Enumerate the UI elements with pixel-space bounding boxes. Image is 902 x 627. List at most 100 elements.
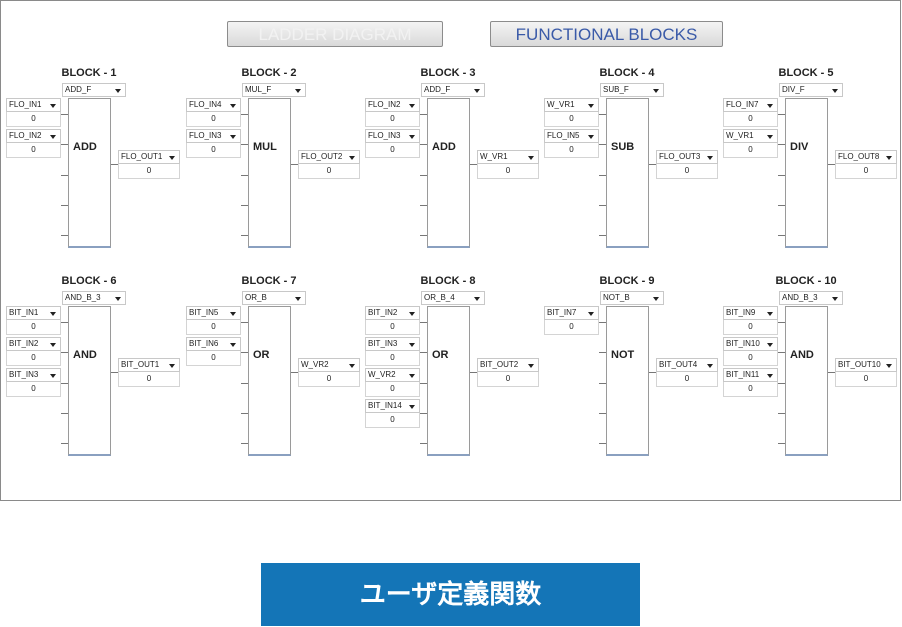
input-value-field[interactable]: 0 <box>6 320 61 335</box>
dropdown-arrow-icon[interactable] <box>707 364 713 368</box>
output-variable-select[interactable]: FLO_OUT1 <box>118 150 180 164</box>
dropdown-arrow-icon[interactable] <box>115 297 121 301</box>
dropdown-arrow-icon[interactable] <box>230 312 236 316</box>
dropdown-arrow-icon[interactable] <box>50 374 56 378</box>
input-value-field[interactable]: 0 <box>186 143 241 158</box>
input-variable-select[interactable]: BIT_IN11 <box>723 368 778 382</box>
output-value-field[interactable]: 0 <box>477 164 539 179</box>
dropdown-arrow-icon[interactable] <box>409 104 415 108</box>
dropdown-arrow-icon[interactable] <box>588 104 594 108</box>
output-variable-select[interactable]: BIT_OUT1 <box>118 358 180 372</box>
dropdown-arrow-icon[interactable] <box>50 312 56 316</box>
function-select[interactable]: MUL_F <box>242 83 306 97</box>
dropdown-arrow-icon[interactable] <box>707 156 713 160</box>
dropdown-arrow-icon[interactable] <box>169 364 175 368</box>
function-select[interactable]: AND_B_3 <box>779 291 843 305</box>
input-value-field[interactable]: 0 <box>186 351 241 366</box>
dropdown-arrow-icon[interactable] <box>409 135 415 139</box>
dropdown-arrow-icon[interactable] <box>588 135 594 139</box>
output-variable-select[interactable]: FLO_OUT2 <box>298 150 360 164</box>
dropdown-arrow-icon[interactable] <box>588 312 594 316</box>
input-value-field[interactable]: 0 <box>6 112 61 127</box>
dropdown-arrow-icon[interactable] <box>409 405 415 409</box>
input-variable-select[interactable]: W_VR1 <box>723 129 778 143</box>
output-value-field[interactable]: 0 <box>118 372 180 387</box>
input-value-field[interactable]: 0 <box>544 320 599 335</box>
dropdown-arrow-icon[interactable] <box>409 374 415 378</box>
input-value-field[interactable]: 0 <box>365 382 420 397</box>
dropdown-arrow-icon[interactable] <box>528 156 534 160</box>
input-value-field[interactable]: 0 <box>723 112 778 127</box>
dropdown-arrow-icon[interactable] <box>474 297 480 301</box>
function-select[interactable]: ADD_F <box>421 83 485 97</box>
output-variable-select[interactable]: BIT_OUT2 <box>477 358 539 372</box>
input-variable-select[interactable]: BIT_IN6 <box>186 337 241 351</box>
input-value-field[interactable]: 0 <box>723 320 778 335</box>
input-variable-select[interactable]: BIT_IN3 <box>365 337 420 351</box>
dropdown-arrow-icon[interactable] <box>349 156 355 160</box>
input-variable-select[interactable]: BIT_IN7 <box>544 306 599 320</box>
output-value-field[interactable]: 0 <box>298 372 360 387</box>
input-variable-select[interactable]: BIT_IN2 <box>365 306 420 320</box>
output-value-field[interactable]: 0 <box>835 372 897 387</box>
input-variable-select[interactable]: FLO_IN4 <box>186 98 241 112</box>
ladder-diagram-button[interactable]: LADDER DIAGRAM <box>227 21 443 47</box>
output-variable-select[interactable]: FLO_OUT8 <box>835 150 897 164</box>
dropdown-arrow-icon[interactable] <box>50 104 56 108</box>
output-variable-select[interactable]: FLO_OUT3 <box>656 150 718 164</box>
dropdown-arrow-icon[interactable] <box>230 135 236 139</box>
dropdown-arrow-icon[interactable] <box>230 343 236 347</box>
output-value-field[interactable]: 0 <box>298 164 360 179</box>
output-value-field[interactable]: 0 <box>656 372 718 387</box>
input-value-field[interactable]: 0 <box>365 413 420 428</box>
function-select[interactable]: NOT_B <box>600 291 664 305</box>
function-select[interactable]: OR_B <box>242 291 306 305</box>
output-variable-select[interactable]: W_VR2 <box>298 358 360 372</box>
input-variable-select[interactable]: BIT_IN14 <box>365 399 420 413</box>
input-value-field[interactable]: 0 <box>544 143 599 158</box>
input-value-field[interactable]: 0 <box>6 351 61 366</box>
input-variable-select[interactable]: BIT_IN3 <box>6 368 61 382</box>
input-value-field[interactable]: 0 <box>365 351 420 366</box>
dropdown-arrow-icon[interactable] <box>886 364 892 368</box>
dropdown-arrow-icon[interactable] <box>349 364 355 368</box>
function-select[interactable]: DIV_F <box>779 83 843 97</box>
dropdown-arrow-icon[interactable] <box>767 374 773 378</box>
input-variable-select[interactable]: BIT_IN9 <box>723 306 778 320</box>
functional-blocks-button[interactable]: FUNCTIONAL BLOCKS <box>490 21 723 47</box>
dropdown-arrow-icon[interactable] <box>767 135 773 139</box>
dropdown-arrow-icon[interactable] <box>50 343 56 347</box>
output-variable-select[interactable]: BIT_OUT4 <box>656 358 718 372</box>
function-select[interactable]: AND_B_3 <box>62 291 126 305</box>
dropdown-arrow-icon[interactable] <box>767 104 773 108</box>
input-value-field[interactable]: 0 <box>723 351 778 366</box>
output-value-field[interactable]: 0 <box>835 164 897 179</box>
dropdown-arrow-icon[interactable] <box>474 89 480 93</box>
dropdown-arrow-icon[interactable] <box>832 297 838 301</box>
dropdown-arrow-icon[interactable] <box>230 104 236 108</box>
input-variable-select[interactable]: W_VR2 <box>365 368 420 382</box>
input-value-field[interactable]: 0 <box>723 382 778 397</box>
dropdown-arrow-icon[interactable] <box>409 312 415 316</box>
dropdown-arrow-icon[interactable] <box>832 89 838 93</box>
dropdown-arrow-icon[interactable] <box>295 297 301 301</box>
input-value-field[interactable]: 0 <box>186 112 241 127</box>
input-variable-select[interactable]: FLO_IN5 <box>544 129 599 143</box>
dropdown-arrow-icon[interactable] <box>50 135 56 139</box>
input-variable-select[interactable]: FLO_IN7 <box>723 98 778 112</box>
input-value-field[interactable]: 0 <box>365 143 420 158</box>
output-value-field[interactable]: 0 <box>656 164 718 179</box>
dropdown-arrow-icon[interactable] <box>169 156 175 160</box>
input-variable-select[interactable]: FLO_IN3 <box>365 129 420 143</box>
input-variable-select[interactable]: BIT_IN2 <box>6 337 61 351</box>
dropdown-arrow-icon[interactable] <box>528 364 534 368</box>
function-select[interactable]: SUB_F <box>600 83 664 97</box>
input-variable-select[interactable]: FLO_IN2 <box>6 129 61 143</box>
dropdown-arrow-icon[interactable] <box>409 343 415 347</box>
input-value-field[interactable]: 0 <box>365 320 420 335</box>
input-variable-select[interactable]: FLO_IN1 <box>6 98 61 112</box>
input-value-field[interactable]: 0 <box>723 143 778 158</box>
input-value-field[interactable]: 0 <box>365 112 420 127</box>
input-value-field[interactable]: 0 <box>6 382 61 397</box>
dropdown-arrow-icon[interactable] <box>653 89 659 93</box>
